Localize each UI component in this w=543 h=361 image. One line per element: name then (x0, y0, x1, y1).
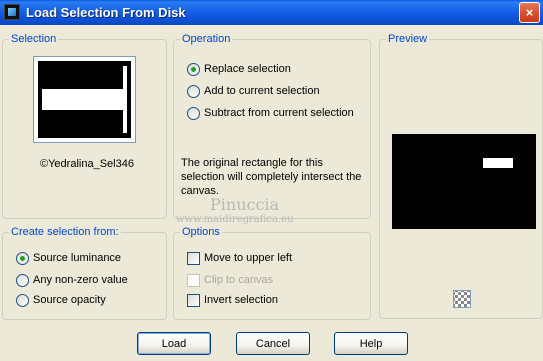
selection-group-label: Selection (9, 33, 59, 45)
help-button[interactable]: Help (334, 332, 408, 355)
radio-any-nonzero[interactable]: Any non-zero value (16, 272, 128, 288)
radio-subtract-selection[interactable]: Subtract from current selection (187, 105, 354, 121)
checkbox-label: Invert selection (204, 294, 278, 306)
radio-source-opacity[interactable]: Source opacity (16, 292, 106, 308)
operation-group-label: Operation (180, 33, 233, 45)
preview-canvas (392, 134, 536, 229)
preview-group-label: Preview (386, 33, 430, 45)
title-bar: Load Selection From Disk × (0, 0, 543, 25)
checkbox-disabled (187, 273, 200, 287)
radio-label: Source luminance (33, 252, 122, 264)
radio-button-checked[interactable] (187, 62, 200, 76)
radio-button[interactable] (16, 273, 29, 287)
transparency-toggle-icon[interactable] (453, 290, 471, 308)
radio-label: Replace selection (204, 63, 291, 75)
radio-label: Source opacity (33, 294, 106, 306)
checkbox-move-upper-left[interactable]: Move to upper left (187, 250, 292, 266)
options-group-label: Options (180, 226, 222, 238)
cancel-button[interactable]: Cancel (236, 332, 310, 355)
radio-label: Add to current selection (204, 85, 320, 97)
selection-thumbnail-image (38, 61, 131, 138)
checkbox[interactable] (187, 293, 200, 307)
operation-description: The original rectangle for this selectio… (181, 157, 362, 197)
checkbox-label: Move to upper left (204, 252, 293, 264)
close-button[interactable]: × (519, 2, 540, 23)
radio-button[interactable] (16, 293, 29, 307)
watermark-title: Pinuccia (210, 195, 280, 214)
radio-replace-selection[interactable]: Replace selection (187, 61, 291, 77)
selection-name: ©Yedralina_Sel346 (40, 158, 134, 170)
radio-source-luminance[interactable]: Source luminance (16, 250, 121, 266)
checkbox-label: Clip to canvas (204, 274, 274, 286)
app-icon (4, 4, 20, 20)
preview-selection-rect (483, 158, 513, 168)
window-title: Load Selection From Disk (26, 5, 186, 20)
radio-add-selection[interactable]: Add to current selection (187, 83, 320, 99)
radio-label: Subtract from current selection (204, 107, 354, 119)
checkbox-invert-selection[interactable]: Invert selection (187, 292, 278, 308)
radio-label: Any non-zero value (33, 274, 128, 286)
checkbox[interactable] (187, 251, 200, 265)
radio-button[interactable] (187, 84, 200, 98)
checkbox-clip-to-canvas: Clip to canvas (187, 272, 273, 288)
load-button[interactable]: Load (137, 332, 211, 355)
selection-thumbnail[interactable] (33, 56, 136, 143)
selection-thumbnail-edge (123, 66, 127, 133)
selection-thumbnail-band (42, 89, 126, 110)
watermark-url: www.maidiregrafica.eu (176, 214, 294, 225)
radio-button[interactable] (187, 106, 200, 120)
create-from-group-label: Create selection from: (9, 226, 121, 238)
radio-button-checked[interactable] (16, 251, 29, 265)
